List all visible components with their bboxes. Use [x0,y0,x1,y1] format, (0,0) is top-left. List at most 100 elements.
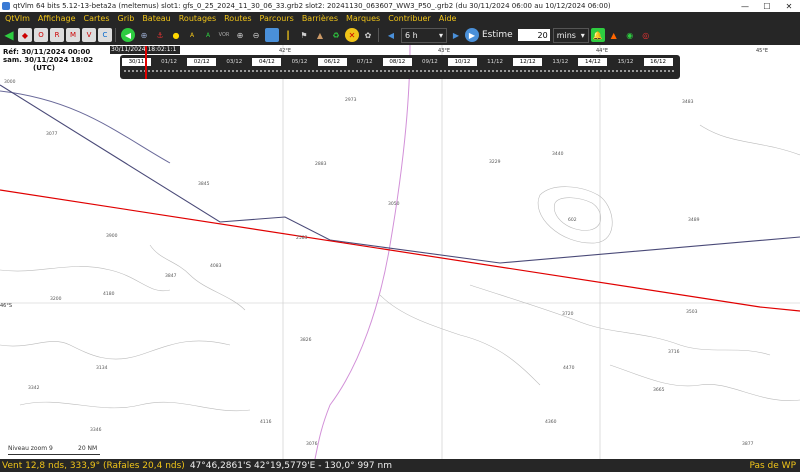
depth-label: 3483 [682,99,694,105]
ais-icon[interactable]: A [185,28,199,42]
timeline[interactable]: 30/11 01/12 02/12 03/12 04/12 05/12 06/12 07/12… [120,55,680,79]
depth-label: 3346 [90,427,102,433]
status-bar: Vent 12,8 nds, 333,9° (Rafales 20,4 nds)… [0,459,800,472]
green-circle-icon[interactable]: ◉ [623,28,637,42]
menu-routages[interactable]: Routages [179,14,216,23]
lifebuoy-icon[interactable]: ◎ [639,28,653,42]
flag-icon[interactable]: ⚑ [297,28,311,42]
anchor-icon[interactable]: ⚓ [153,28,167,42]
waypoint-status: Pas de WP [749,460,796,471]
depth-label: 2883 [315,161,327,167]
timeline-day[interactable]: 08/12 [382,58,412,66]
timeline-day[interactable]: 11/12 [481,58,510,66]
depth-label: 3440 [552,151,564,157]
depth-label: 3489 [688,217,700,223]
depth-label: 602 [568,217,577,223]
depth-label: 3134 [96,365,108,371]
timeline-day[interactable]: 04/12 [252,58,282,66]
lon-label: 42°E [279,48,291,54]
depth-label: 2973 [345,97,357,103]
back-arrow-icon[interactable]: ◀ [2,28,16,42]
map-canvas[interactable]: 42°E 43°E 44°E 45°E 46°S 3000 2973 3483 307… [0,45,800,459]
next-step-icon[interactable]: ▶ [449,28,463,42]
timeline-day[interactable]: 10/12 [448,58,477,66]
menu-marques[interactable]: Marques [346,14,380,23]
depth-label: 4470 [563,365,575,371]
menu-affichage[interactable]: Affichage [38,14,76,23]
depth-label: 3076 [306,441,318,447]
gear-icon[interactable]: ✿ [361,28,375,42]
marks-icon[interactable]: M [66,28,80,42]
vor-icon[interactable]: VOR [217,28,231,42]
depth-label: 3229 [489,159,501,165]
menu-grib[interactable]: Grib [118,14,135,23]
timeline-day[interactable]: 15/12 [611,58,640,66]
center-boat-icon[interactable]: ⊕ [137,28,151,42]
seamount-contour [537,186,613,244]
app-icon [2,2,10,10]
up-arrow-icon[interactable]: ▲ [313,28,327,42]
timeline-day[interactable]: 12/12 [513,58,543,66]
menu-cartes[interactable]: Cartes [84,14,110,23]
close-button[interactable]: ✕ [778,2,800,11]
vmg-icon[interactable]: V [82,28,96,42]
unit-select[interactable]: mins ▾ [552,27,589,43]
timeline-day[interactable]: 06/12 [317,58,347,66]
timeline-day[interactable]: 07/12 [350,58,379,66]
replay-icon[interactable]: ◀ [121,28,135,42]
menu-parcours[interactable]: Parcours [260,14,294,23]
lon-label: 45°E [756,48,768,54]
alarm-icon[interactable]: 🔔 [590,28,605,42]
menu-qtvlm[interactable]: QtVlm [5,14,30,23]
depth-label: 3716 [668,349,680,355]
zoom-in-icon[interactable]: ⊕ [233,28,247,42]
menu-bateau[interactable]: Bateau [142,14,170,23]
timeline-day[interactable]: 05/12 [285,58,314,66]
lamp-icon[interactable]: ● [169,28,183,42]
depth-label: 4116 [260,419,272,425]
color-icon[interactable]: C [98,28,112,42]
timeline-day[interactable]: 13/12 [546,58,575,66]
compass-icon[interactable]: ✕ [345,28,359,42]
menu-aide[interactable]: Aide [439,14,457,23]
menu-routes[interactable]: Routes [224,14,251,23]
depth-label: 3000 [4,79,16,85]
prev-step-icon[interactable]: ◀ [384,28,398,42]
depth-label: 3877 [742,441,754,447]
warning-icon[interactable]: ▲ [607,28,621,42]
scale-distance: 20 NM [78,445,98,452]
step-select[interactable]: 6 h ▾ [401,27,447,43]
timeline-ticks [124,70,674,74]
play-icon[interactable]: ▶ [465,28,479,42]
menu-contribuer[interactable]: Contribuer [388,14,431,23]
zoom-out-icon[interactable]: ⊖ [249,28,263,42]
timeline-cursor[interactable] [145,46,147,79]
timeline-day[interactable]: 01/12 [155,58,184,66]
isobath-contour [19,401,251,412]
timeline-day[interactable]: 09/12 [415,58,444,66]
map-svg[interactable]: 42°E 43°E 44°E 45°E 46°S 3000 2973 3483 307… [0,45,800,459]
seamount-contour [553,197,602,231]
timeline-day[interactable]: 02/12 [187,58,217,66]
window-title: qtVlm 64 bits 5.12-13-beta2a (meltemus) … [13,2,611,10]
maximize-button[interactable]: ☐ [756,2,778,11]
timeline-day[interactable]: 16/12 [643,58,673,66]
minimize-button[interactable]: — [734,2,756,11]
route-icon[interactable]: R [50,28,64,42]
orthodromy-icon[interactable]: O [34,28,48,42]
timeline-day[interactable]: 14/12 [578,58,608,66]
timeline-day[interactable]: 03/12 [220,58,249,66]
track-line [0,90,171,164]
scale-bar: Niveau zoom 9 20 NM [8,445,100,455]
estime-input[interactable]: 20 [517,29,550,41]
recycle-icon[interactable]: ♻ [329,28,343,42]
menu-barrieres[interactable]: Barrières [302,14,338,23]
scale-line [8,454,100,455]
depth-label: 4360 [545,419,557,425]
isobath-contour [0,266,171,292]
boat-icon[interactable]: ◆ [18,28,32,42]
map-icon[interactable] [265,28,279,42]
thermometer-icon[interactable]: ┃ [281,28,295,42]
ais-filter-icon[interactable]: A [201,28,215,42]
depth-label: 4180 [103,291,115,297]
